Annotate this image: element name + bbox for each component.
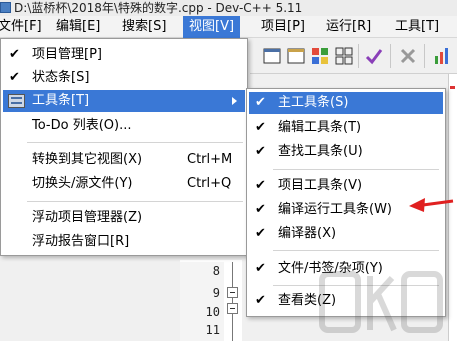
menu-separator [27, 142, 243, 143]
toolbar-separator [390, 44, 391, 68]
window-icon[interactable] [286, 46, 306, 66]
fold-toggle-icon[interactable] [227, 303, 238, 314]
menu-item-toggle-header-source[interactable]: 切换头/源文件(Y) Ctrl+Q [3, 173, 245, 195]
error-marker [450, 86, 455, 89]
submenu-arrow-icon [232, 97, 237, 105]
menu-project[interactable]: 项目[P] [255, 16, 311, 38]
line-number: 9 [212, 286, 220, 300]
bar-chart-icon[interactable] [432, 46, 452, 66]
tile-grid-icon[interactable] [334, 46, 354, 66]
window-title: D:\蓝桥杯\2018年\特殊的数字.cpp - Dev-C++ 5.11 [14, 1, 303, 15]
menu-item-todo-list[interactable]: To-Do 列表(O)... [3, 115, 245, 137]
menu-separator [27, 201, 243, 202]
check-icon: ✔ [255, 226, 266, 241]
menu-item-toolbars[interactable]: 工具条[T] [3, 90, 245, 112]
menu-run[interactable]: 运行[R] [320, 16, 377, 38]
submenu-item-main-toolbar[interactable]: ✔ 主工具条(S) [249, 92, 443, 114]
menu-item-status-bar[interactable]: ✔ 状态条[S] [3, 67, 245, 89]
menu-view[interactable]: 视图[V] [183, 16, 241, 38]
submenu-item-edit-toolbar[interactable]: ✔ 编辑工具条(T) [249, 117, 443, 139]
menu-item-switch-view[interactable]: 转换到其它视图(X) Ctrl+M [3, 149, 245, 171]
main-toolbar [250, 38, 457, 74]
toolbar-icon [8, 94, 25, 108]
red-arrow-annotation [409, 198, 454, 212]
fold-guide [232, 262, 233, 341]
menu-separator [273, 169, 439, 170]
check-icon[interactable] [364, 46, 384, 66]
menu-item-floating-report-window[interactable]: 浮动报告窗口[R] [3, 231, 245, 253]
app-icon [0, 2, 11, 13]
check-icon: ✔ [255, 293, 266, 308]
line-number: 11 [205, 323, 220, 337]
menu-separator [273, 250, 439, 251]
check-icon: ✔ [9, 70, 20, 85]
check-icon: ✔ [9, 47, 20, 62]
window-title-bar: D:\蓝桥杯\2018年\特殊的数字.cpp - Dev-C++ 5.11 [0, 0, 457, 16]
line-gutter: 8 9 10 11 [180, 262, 224, 341]
menu-bar: 文件[F] 编辑[E] 搜索[S] 视图[V] 项目[P] 运行[R] 工具[T… [0, 16, 457, 38]
color-grid-icon[interactable] [310, 46, 330, 66]
submenu-item-compiler[interactable]: ✔ 编译器(X) [249, 223, 443, 245]
check-icon: ✔ [255, 261, 266, 276]
close-icon[interactable] [398, 46, 418, 66]
menu-file[interactable]: 文件[F] [0, 16, 48, 38]
toolbar-separator [358, 44, 359, 68]
submenu-item-find-toolbar[interactable]: ✔ 查找工具条(U) [249, 141, 443, 163]
line-number: 10 [205, 305, 220, 319]
menu-item-floating-project-manager[interactable]: 浮动项目管理器(Z) [3, 207, 245, 229]
check-icon: ✔ [255, 120, 266, 135]
menu-edit[interactable]: 编辑[E] [50, 16, 106, 38]
fold-toggle-icon[interactable] [227, 287, 238, 298]
menu-search[interactable]: 搜索[S] [116, 16, 172, 38]
toolbar-separator [424, 44, 425, 68]
new-window-icon[interactable] [262, 46, 282, 66]
view-menu-dropdown: ✔ 项目管理[P] ✔ 状态条[S] 工具条[T] To-Do 列表(O)...… [0, 38, 248, 256]
check-icon: ✔ [255, 144, 266, 159]
watermark-logo [319, 271, 443, 333]
menu-tools[interactable]: 工具[T] [389, 16, 445, 38]
menu-item-project-manager[interactable]: ✔ 项目管理[P] [3, 44, 245, 66]
check-icon: ✔ [255, 95, 266, 110]
check-icon: ✔ [255, 202, 266, 217]
line-number: 8 [212, 264, 220, 278]
check-icon: ✔ [255, 178, 266, 193]
